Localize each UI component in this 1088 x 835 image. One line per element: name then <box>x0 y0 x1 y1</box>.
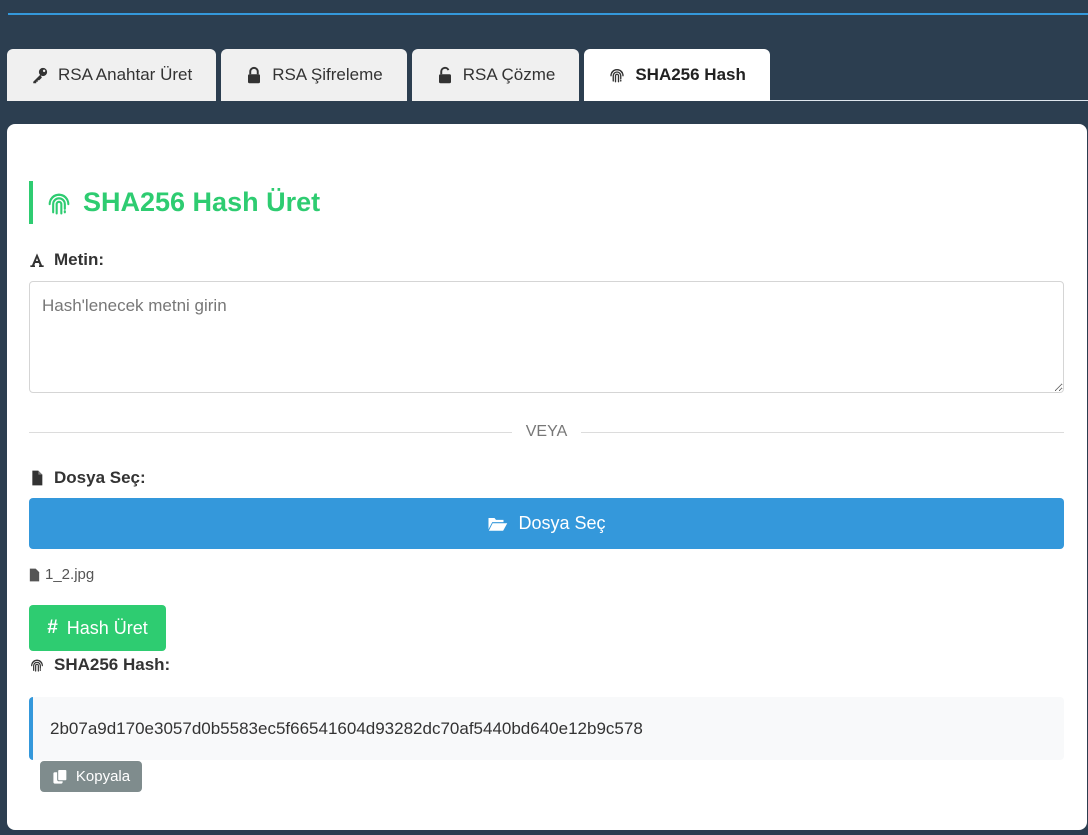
result-label-text: SHA256 Hash: <box>54 655 171 674</box>
or-divider: VEYA <box>29 422 1064 442</box>
text-input[interactable] <box>29 281 1064 393</box>
copy-button-label: Kopyala <box>75 768 131 785</box>
font-icon <box>30 253 44 267</box>
copy-button[interactable]: Kopyala <box>40 761 142 792</box>
hash-panel: SHA256 Hash Üret Metin: VEYA Dosya Seç: … <box>7 124 1087 830</box>
choose-file-button[interactable]: Dosya Seç <box>29 498 1064 549</box>
lock-icon <box>248 66 261 84</box>
divider-text: VEYA <box>525 423 568 440</box>
tab-sha256-hash[interactable]: SHA256 Hash <box>584 49 770 101</box>
tab-label: RSA Çözme <box>462 65 556 84</box>
choose-file-button-label: Dosya Seç <box>518 513 606 533</box>
folder-open-icon <box>488 517 508 531</box>
tab-label: SHA256 Hash <box>635 65 746 84</box>
copy-icon <box>53 768 68 784</box>
selected-file: 1_2.jpg <box>29 566 94 583</box>
key-icon <box>33 67 48 84</box>
hash-result-value: 2b07a9d170e3057d0b5583ec5f66541604d93282… <box>50 718 643 738</box>
tab-label: RSA Şifreleme <box>272 65 383 84</box>
tab-rsa-decrypt[interactable]: RSA Çözme <box>411 49 580 101</box>
divider-line <box>29 431 512 433</box>
header-accent-line <box>8 13 1088 15</box>
tabs-baseline <box>770 100 1088 101</box>
result-label: SHA256 Hash: <box>29 655 170 675</box>
tab-rsa-key-generate[interactable]: RSA Anahtar Üret <box>7 49 217 101</box>
tab-bar: RSA Anahtar Üret RSA Şifreleme RSA Çözme… <box>7 49 770 101</box>
section-title-text: SHA256 Hash Üret <box>83 187 321 217</box>
hashtag-icon: # <box>47 617 58 638</box>
fingerprint-icon <box>48 193 70 215</box>
file-input-label: Dosya Seç: <box>29 468 146 488</box>
text-input-label: Metin: <box>29 250 104 270</box>
hash-result[interactable]: 2b07a9d170e3057d0b5583ec5f66541604d93282… <box>29 697 1064 760</box>
selected-file-name: 1_2.jpg <box>45 566 95 583</box>
generate-hash-button[interactable]: # Hash Üret <box>29 605 166 651</box>
tab-rsa-encrypt[interactable]: RSA Şifreleme <box>221 49 407 101</box>
unlock-icon <box>438 66 451 84</box>
fingerprint-icon <box>31 659 43 672</box>
section-title: SHA256 Hash Üret <box>29 181 320 224</box>
fingerprint-icon <box>610 69 625 83</box>
file-input-label-text: Dosya Seç: <box>54 468 146 487</box>
file-icon <box>32 470 43 486</box>
text-input-label-text: Metin: <box>54 250 105 269</box>
divider-line <box>581 431 1064 433</box>
generate-hash-button-label: Hash Üret <box>66 617 148 638</box>
tab-label: RSA Anahtar Üret <box>58 65 193 84</box>
file-icon <box>29 568 40 581</box>
